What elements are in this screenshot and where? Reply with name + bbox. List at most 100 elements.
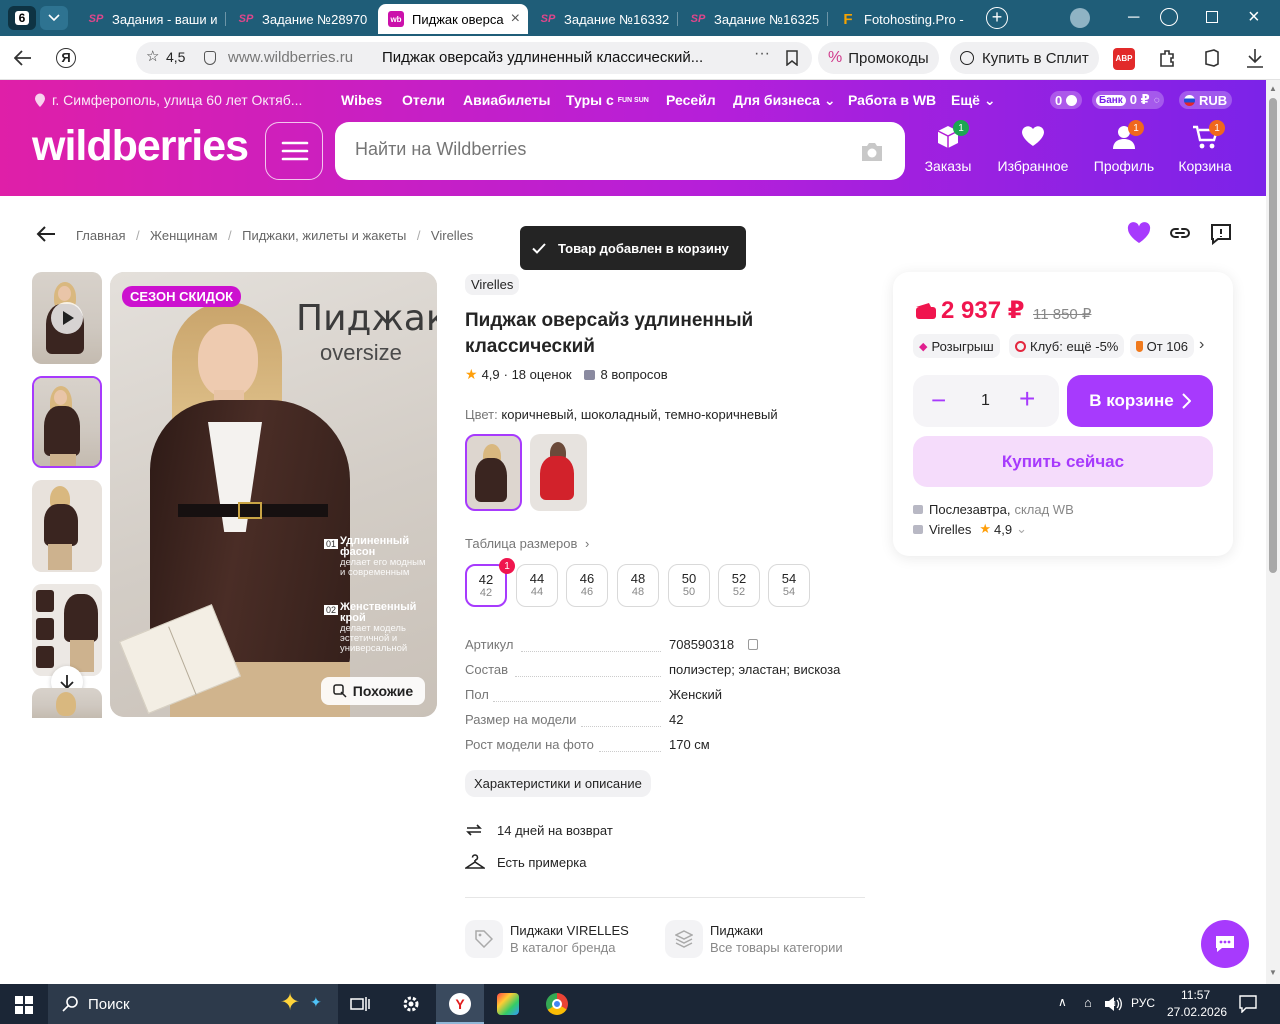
search-input[interactable] bbox=[355, 139, 835, 160]
points-pill[interactable]: 0 bbox=[1050, 91, 1083, 109]
size-52[interactable]: 52 52 bbox=[718, 564, 760, 607]
tab-count-button[interactable]: 6 bbox=[8, 6, 36, 30]
taskbar-search[interactable]: Поиск ✦ ✦ bbox=[48, 984, 338, 1024]
buy-now-button[interactable]: Купить сейчас bbox=[913, 436, 1213, 487]
favorites-button[interactable]: Избранное bbox=[995, 124, 1071, 174]
new-tab-button[interactable]: + bbox=[986, 7, 1008, 29]
color-option-brown[interactable] bbox=[465, 434, 522, 511]
cart-button[interactable]: 1 Корзина bbox=[1170, 120, 1240, 174]
nav-wibes[interactable]: Wibes bbox=[341, 92, 382, 108]
back-arrow-icon[interactable] bbox=[14, 50, 32, 66]
breadcrumb-home[interactable]: Главная bbox=[76, 228, 125, 243]
bank-pill[interactable]: Банк 0 ₽ ◌ bbox=[1092, 91, 1164, 109]
nav-tours[interactable]: Туры с FUN SUN bbox=[566, 92, 649, 108]
browser-tab-5[interactable]: SP Задание №16325 bbox=[680, 4, 828, 34]
profile-avatar-icon[interactable] bbox=[1070, 8, 1090, 28]
thumb-selected[interactable] bbox=[32, 376, 102, 468]
chat-button[interactable] bbox=[1201, 920, 1249, 968]
extensions-icon[interactable] bbox=[1158, 48, 1178, 68]
bookmark-icon[interactable] bbox=[786, 50, 798, 66]
chip-raffle[interactable]: ◆ Розыгрыш bbox=[913, 334, 1000, 358]
orders-button[interactable]: 1 Заказы bbox=[913, 120, 983, 174]
category-link[interactable]: Пиджаки Все товары категории bbox=[665, 920, 865, 960]
tray-network-icon[interactable]: ⌂ bbox=[1084, 995, 1092, 1010]
wb-logo[interactable]: wildberries bbox=[32, 122, 249, 170]
size-48[interactable]: 48 48 bbox=[617, 564, 659, 607]
nav-flights[interactable]: Авиабилеты bbox=[463, 92, 551, 108]
chip-installment[interactable]: От 106 bbox=[1130, 334, 1194, 358]
photos-taskbar-icon[interactable] bbox=[497, 993, 519, 1015]
size-50[interactable]: 50 50 bbox=[668, 564, 710, 607]
breadcrumb-women[interactable]: Женщинам bbox=[150, 228, 218, 243]
breadcrumb-brand[interactable]: Virelles bbox=[431, 228, 473, 243]
in-cart-button[interactable]: В корзине bbox=[1067, 375, 1213, 427]
nav-resale[interactable]: Ресейл bbox=[666, 92, 716, 108]
play-icon[interactable] bbox=[51, 302, 83, 334]
size-table-link[interactable]: Таблица размеров › bbox=[465, 536, 589, 551]
thumb-4[interactable] bbox=[32, 584, 102, 676]
camera-icon[interactable] bbox=[859, 141, 885, 163]
office-icon[interactable] bbox=[1202, 48, 1222, 68]
catalog-menu-button[interactable] bbox=[265, 122, 323, 180]
report-icon[interactable] bbox=[1209, 222, 1233, 246]
tray-chevron-icon[interactable]: ∧ bbox=[1058, 995, 1067, 1009]
window-restore-icon[interactable] bbox=[1206, 11, 1218, 23]
thumb-video[interactable] bbox=[32, 272, 102, 364]
browser-tab-6[interactable]: F Fotohosting.Pro - bbox=[830, 4, 978, 34]
questions-count[interactable]: 8 вопросов bbox=[601, 367, 668, 382]
size-44[interactable]: 44 44 bbox=[516, 564, 558, 607]
page-scrollbar[interactable]: ▲ ▼ bbox=[1266, 80, 1280, 984]
specs-description-button[interactable]: Характеристики и описание bbox=[465, 770, 651, 797]
search-box[interactable] bbox=[335, 122, 905, 180]
window-close-icon[interactable]: × bbox=[1248, 6, 1260, 29]
favorite-heart-icon[interactable] bbox=[1127, 222, 1151, 244]
tabs-menu-button[interactable] bbox=[40, 6, 68, 30]
yandex-logo-icon[interactable]: Я bbox=[56, 48, 76, 68]
windows-start-icon[interactable] bbox=[15, 996, 33, 1014]
nav-more[interactable]: Ещё ⌄ bbox=[951, 92, 996, 109]
adblock-icon[interactable]: ABP bbox=[1113, 48, 1135, 70]
main-product-photo[interactable]: СЕЗОН СКИДОК Пиджак oversize 01 Удлиненн… bbox=[110, 272, 437, 717]
seller-row[interactable]: Virelles ★ 4,9 ⌄ bbox=[913, 521, 1027, 537]
window-pin-icon[interactable] bbox=[1160, 8, 1178, 26]
chip-club[interactable]: Клуб: ещё -5% bbox=[1009, 334, 1125, 358]
quantity-value[interactable]: 1 bbox=[981, 392, 990, 410]
copy-icon[interactable] bbox=[748, 639, 758, 650]
decrement-button[interactable]: − bbox=[931, 385, 946, 415]
location-text[interactable]: г. Симферополь, улица 60 лет Октяб... bbox=[52, 92, 302, 108]
chrome-taskbar-icon[interactable] bbox=[546, 993, 568, 1015]
brand-catalog-link[interactable]: Пиджаки VIRELLES В каталог бренда bbox=[465, 920, 655, 960]
settings-gear-icon[interactable] bbox=[401, 994, 421, 1014]
address-field[interactable]: ☆ 4,5 www.wildberries.ru Пиджак оверсайз… bbox=[136, 42, 812, 74]
scrollbar-thumb[interactable] bbox=[1269, 98, 1277, 573]
share-link-icon[interactable] bbox=[1168, 224, 1192, 242]
thumb-5[interactable] bbox=[32, 688, 102, 718]
back-arrow-icon[interactable] bbox=[36, 226, 56, 242]
window-minimize-icon[interactable]: ─ bbox=[1128, 9, 1139, 27]
increment-button[interactable]: + bbox=[1019, 384, 1035, 414]
nav-business[interactable]: Для бизнеса ⌄ bbox=[733, 92, 836, 109]
scroll-up-icon[interactable]: ▲ bbox=[1269, 84, 1277, 93]
notifications-icon[interactable] bbox=[1239, 995, 1257, 1013]
browser-tab-active[interactable]: wb Пиджак оверса × bbox=[378, 4, 528, 34]
location-pin-icon[interactable] bbox=[34, 93, 46, 108]
size-46[interactable]: 46 46 bbox=[566, 564, 608, 607]
split-button[interactable]: Купить в Сплит bbox=[950, 42, 1099, 74]
rating-row[interactable]: ★ 4,9 · 18 оценок 8 вопросов bbox=[465, 366, 668, 383]
volume-icon[interactable] bbox=[1104, 996, 1122, 1012]
download-icon[interactable] bbox=[1246, 48, 1264, 68]
color-option-red[interactable] bbox=[530, 434, 587, 511]
promo-codes-button[interactable]: % Промокоды bbox=[818, 42, 939, 74]
browser-tab-2[interactable]: SP Задание №28970 bbox=[228, 4, 376, 34]
browser-tab-4[interactable]: SP Задание №16332 bbox=[530, 4, 678, 34]
nav-jobs[interactable]: Работа в WB bbox=[848, 92, 936, 108]
input-language[interactable]: РУС bbox=[1131, 996, 1155, 1010]
profile-button[interactable]: 1 Профиль bbox=[1089, 120, 1159, 174]
nav-hotels[interactable]: Отели bbox=[402, 92, 445, 108]
thumb-3[interactable] bbox=[32, 480, 102, 572]
size-42[interactable]: 42 42 1 bbox=[465, 558, 515, 607]
clock-time[interactable]: 11:57 bbox=[1181, 988, 1210, 1002]
close-tab-icon[interactable]: × bbox=[511, 10, 520, 28]
task-view-icon[interactable] bbox=[350, 995, 370, 1013]
more-dots-icon[interactable]: ··· bbox=[754, 45, 770, 63]
